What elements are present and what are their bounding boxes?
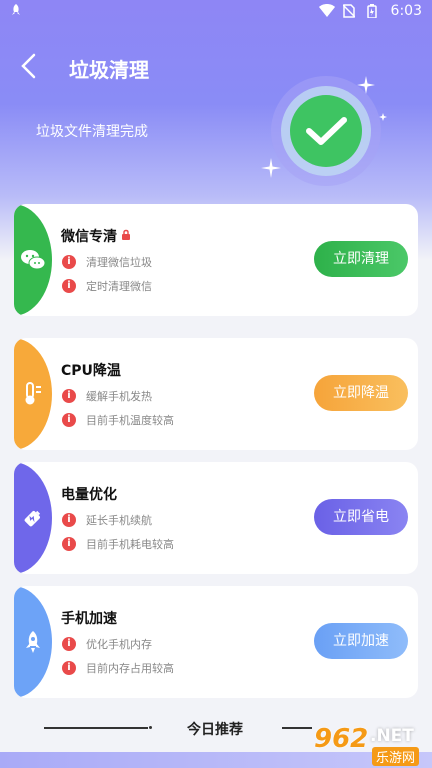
battery-status-icon	[366, 4, 381, 19]
card-wechat-clean: 微信专清 i 清理微信垃圾 i 定时清理微信 立即清理	[14, 204, 418, 316]
section-title: 今日推荐	[187, 722, 243, 738]
info-icon: i	[62, 537, 76, 551]
card-info-line: i 目前手机耗电较高	[62, 536, 174, 552]
save-power-button[interactable]: 立即省电	[314, 499, 408, 535]
battery-icon	[20, 504, 46, 532]
sparkle-icon	[357, 76, 375, 98]
card-phone-boost: 手机加速 i 优化手机内存 i 目前内存占用较高 立即加速	[14, 586, 418, 698]
card-title: 电量优化	[61, 487, 117, 503]
watermark-net: .NET	[370, 726, 414, 746]
sparkle-icon	[379, 106, 387, 125]
divider	[44, 726, 152, 729]
wifi-icon	[318, 4, 335, 18]
watermark-number: 962	[314, 724, 369, 754]
info-icon: i	[62, 255, 76, 269]
status-time: 6:03	[390, 3, 422, 19]
card-title: 手机加速	[61, 611, 117, 627]
card-info-line: i 目前手机温度较高	[62, 412, 174, 428]
card-info-line: i 目前内存占用较高	[62, 660, 174, 676]
card-info-line: i 缓解手机发热	[62, 388, 152, 404]
info-icon: i	[62, 661, 76, 675]
boost-now-button[interactable]: 立即加速	[314, 623, 408, 659]
lock-icon	[121, 228, 131, 244]
success-badge	[257, 74, 395, 212]
card-title: 微信专清	[61, 226, 131, 246]
rocket-notification-icon	[9, 3, 23, 21]
info-icon: i	[62, 637, 76, 651]
card-info-line: i 定时清理微信	[62, 278, 152, 294]
card-info-line: i 延长手机续航	[62, 512, 152, 528]
cool-now-button[interactable]: 立即降温	[314, 375, 408, 411]
info-icon: i	[62, 389, 76, 403]
card-info-line: i 优化手机内存	[62, 636, 152, 652]
card-title: CPU降温	[61, 363, 121, 379]
wechat-icon	[20, 246, 46, 274]
back-button[interactable]	[18, 52, 46, 82]
clean-now-button[interactable]: 立即清理	[314, 241, 408, 277]
info-icon: i	[62, 513, 76, 527]
rocket-icon	[20, 628, 46, 656]
no-sim-icon	[342, 4, 357, 18]
info-icon: i	[62, 413, 76, 427]
sparkle-icon	[261, 158, 281, 182]
card-power-optimize: 电量优化 i 延长手机续航 i 目前手机耗电较高 立即省电	[14, 462, 418, 574]
info-icon: i	[62, 279, 76, 293]
status-bar: 6:03	[0, 0, 432, 24]
watermark-site: 乐游网	[372, 747, 420, 766]
page-title: 垃圾清理	[69, 58, 149, 82]
card-info-line: i 清理微信垃圾	[62, 254, 152, 270]
clean-status-text: 垃圾文件清理完成	[36, 124, 148, 140]
thermometer-icon	[20, 380, 46, 408]
site-watermark: 962 .NET 乐游网	[292, 720, 432, 768]
card-cpu-cool: CPU降温 i 缓解手机发热 i 目前手机温度较高 立即降温	[14, 338, 418, 450]
